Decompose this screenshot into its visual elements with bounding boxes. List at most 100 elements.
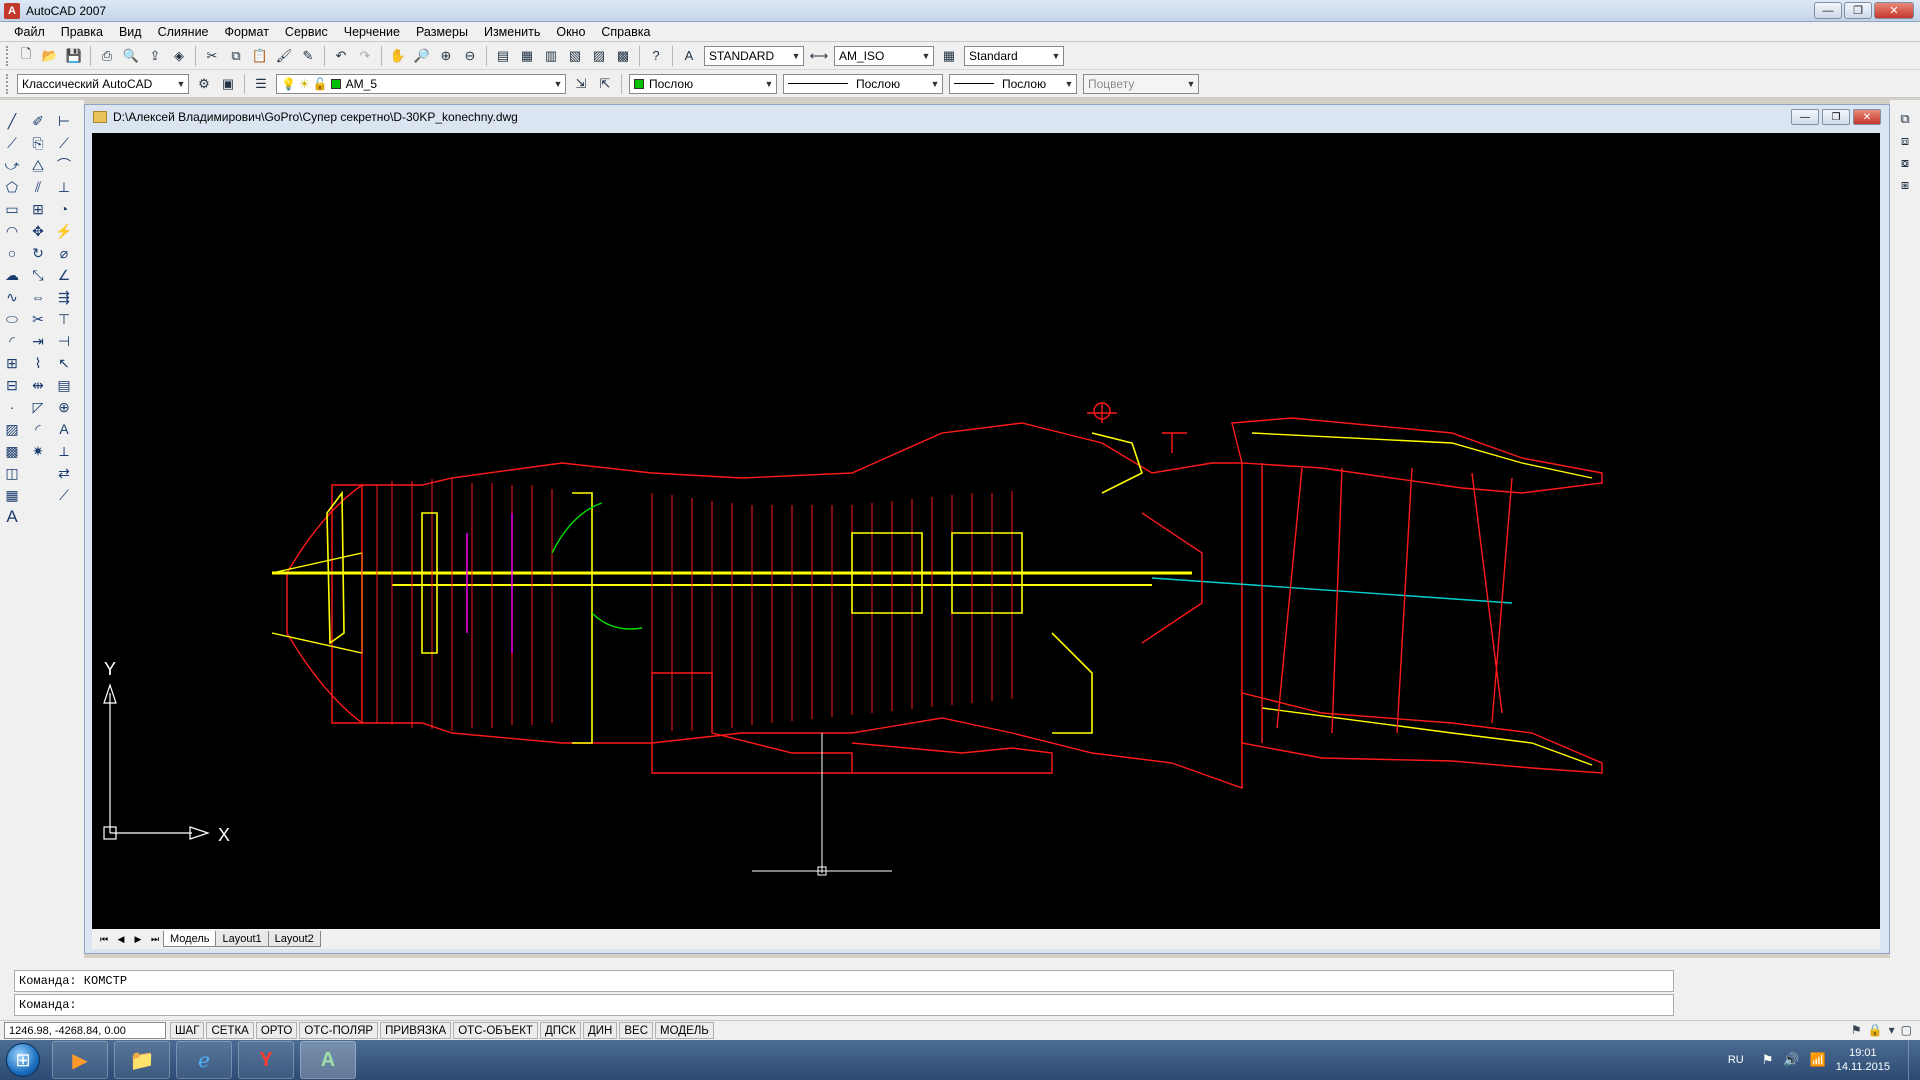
menu-file[interactable]: Файл [6, 25, 53, 39]
stretch-icon[interactable]: ⇔ [27, 286, 49, 308]
workspace-select[interactable]: Классический AutoCAD ▼ [17, 73, 189, 94]
toolbar-grip[interactable] [6, 45, 10, 66]
tab-layout1[interactable]: Layout1 [215, 931, 269, 947]
tool-palettes-icon[interactable]: ▥ [540, 45, 562, 67]
calculator-icon[interactable]: ▩ [612, 45, 634, 67]
make-layer-current-icon[interactable]: ⇲ [570, 73, 592, 95]
dim-style-select[interactable]: AM_ISO ▼ [834, 45, 934, 66]
diameter-icon[interactable]: ⌀ [53, 242, 75, 264]
dimension-style-icon[interactable]: ⟋ [53, 484, 75, 506]
toolbar-grip[interactable] [6, 73, 10, 94]
autocad-app-icon[interactable]: A [4, 2, 20, 19]
menu-draw[interactable]: Черчение [336, 25, 408, 39]
spline-icon[interactable]: ∿ [1, 286, 23, 308]
menu-tools[interactable]: Сервис [277, 25, 336, 39]
jogged-icon[interactable]: ⚡ [53, 220, 75, 242]
quick-leader-icon[interactable]: ↖ [53, 352, 75, 374]
language-indicator[interactable]: RU [1728, 1054, 1744, 1066]
print-preview-icon[interactable]: 🔍 [120, 45, 142, 67]
polyline-icon[interactable]: ⤻ [1, 154, 23, 176]
autocad-taskbar-button[interactable]: A [300, 1041, 356, 1079]
make-block-icon[interactable]: ⊟ [1, 374, 23, 396]
table-style-icon[interactable]: ▦ [938, 45, 960, 67]
lineweight-select[interactable]: Послою ▼ [949, 73, 1077, 94]
table-icon[interactable]: ▦ [1, 484, 23, 506]
menu-window[interactable]: Окно [548, 25, 593, 39]
prev-tab-icon[interactable]: ◀ [113, 932, 129, 946]
publish-icon[interactable]: ⇪ [144, 45, 166, 67]
workspace-save-icon[interactable]: ▣ [217, 73, 239, 95]
communication-center-icon[interactable]: ⚑ [1851, 1023, 1862, 1037]
markup-icon[interactable]: ▨ [588, 45, 610, 67]
print-icon[interactable]: ⎙ [96, 45, 118, 67]
tolerance-icon[interactable]: ▤ [53, 374, 75, 396]
menu-merge[interactable]: Слияние [150, 25, 217, 39]
region-icon[interactable]: ◫ [1, 462, 23, 484]
move-icon[interactable]: ✥ [27, 220, 49, 242]
start-button[interactable]: ⊞ [0, 1040, 46, 1080]
dimension-text-edit-icon[interactable]: ⟂ [53, 440, 75, 462]
save-icon[interactable]: 💾 [63, 45, 85, 67]
polar-toggle[interactable]: ОТС-ПОЛЯР [299, 1022, 379, 1039]
minimize-button[interactable]: — [1814, 2, 1842, 19]
last-tab-icon[interactable]: ⏭ [147, 932, 163, 946]
toolbar-lock-icon[interactable]: 🔒 [1868, 1023, 1883, 1037]
ortho-toggle[interactable]: ОРТО [255, 1022, 298, 1039]
scale-icon[interactable]: ⤡ [27, 264, 49, 286]
design-center-icon[interactable]: ▦ [516, 45, 538, 67]
yandex-taskbar-button[interactable]: Y [238, 1041, 294, 1079]
polygon-icon[interactable]: ⬠ [1, 176, 23, 198]
ordinate-icon[interactable]: ⊥ [53, 176, 75, 198]
clock[interactable]: 19:01 14.11.2015 [1836, 1046, 1890, 1074]
status-menu-icon[interactable]: ▾ [1889, 1023, 1895, 1037]
close-button[interactable]: ✕ [1874, 2, 1914, 19]
array-icon[interactable]: ⊞ [27, 198, 49, 220]
zoom-previous-icon[interactable]: ⊖ [459, 45, 481, 67]
text-style-select[interactable]: STANDARD ▼ [704, 45, 804, 66]
window-icons-icon[interactable]: ⧆ [1894, 174, 1916, 196]
show-desktop-button[interactable] [1908, 1040, 1920, 1080]
maximize-button[interactable]: ❐ [1844, 2, 1872, 19]
block-editor-icon[interactable]: ✎ [297, 45, 319, 67]
paste-icon[interactable]: 📋 [249, 45, 271, 67]
menu-dimension[interactable]: Размеры [408, 25, 476, 39]
extend-icon[interactable]: ⇥ [27, 330, 49, 352]
ellipse-icon[interactable]: ⬭ [1, 308, 23, 330]
arc-length-icon[interactable]: ⌒ [53, 154, 75, 176]
network-icon[interactable]: 📶 [1810, 1052, 1826, 1068]
osnap-toggle[interactable]: ПРИВЯЗКА [380, 1022, 452, 1039]
workspace-settings-icon[interactable]: ⚙ [193, 73, 215, 95]
window-tile-icon[interactable]: ⧈ [1894, 130, 1916, 152]
erase-icon[interactable]: ✐ [27, 110, 49, 132]
undo-icon[interactable]: ↶ [330, 45, 352, 67]
window-cascade-icon[interactable]: ⧉ [1894, 108, 1916, 130]
insert-block-icon[interactable]: ⊞ [1, 352, 23, 374]
line-tool-icon[interactable]: ╱ [1, 110, 23, 132]
volume-icon[interactable]: 🔊 [1783, 1052, 1799, 1068]
pan-icon[interactable]: ✋ [387, 45, 409, 67]
center-mark-icon[interactable]: ⊕ [53, 396, 75, 418]
rectangle-icon[interactable]: ▭ [1, 198, 23, 220]
help-icon[interactable]: ? [645, 45, 667, 67]
construction-line-icon[interactable]: ⟋ [1, 132, 23, 154]
drawing-minimize-button[interactable]: — [1791, 109, 1819, 125]
arc-icon[interactable]: ◠ [1, 220, 23, 242]
dim-style-icon[interactable]: ⟷ [808, 45, 830, 67]
cut-icon[interactable]: ✂ [201, 45, 223, 67]
revision-cloud-icon[interactable]: ☁ [1, 264, 23, 286]
multiline-text-icon[interactable]: A [1, 506, 23, 528]
radius-icon[interactable]: ◔ [53, 198, 75, 220]
open-file-icon[interactable]: 📂 [39, 45, 61, 67]
ie-taskbar-button[interactable]: ℯ [176, 1041, 232, 1079]
flag-icon[interactable]: ⚑ [1762, 1052, 1774, 1068]
fillet-icon[interactable]: ◜ [27, 418, 49, 440]
mirror-icon[interactable]: ⧋ [27, 154, 49, 176]
angular-icon[interactable]: ∠ [53, 264, 75, 286]
color-select[interactable]: Послою ▼ [629, 73, 777, 94]
3d-dwf-icon[interactable]: ◈ [168, 45, 190, 67]
zoom-realtime-icon[interactable]: 🔎 [411, 45, 433, 67]
redo-icon[interactable]: ↷ [354, 45, 376, 67]
match-properties-icon[interactable]: 🖌 [273, 45, 295, 67]
gradient-icon[interactable]: ▩ [1, 440, 23, 462]
layer-previous-icon[interactable]: ⇱ [594, 73, 616, 95]
